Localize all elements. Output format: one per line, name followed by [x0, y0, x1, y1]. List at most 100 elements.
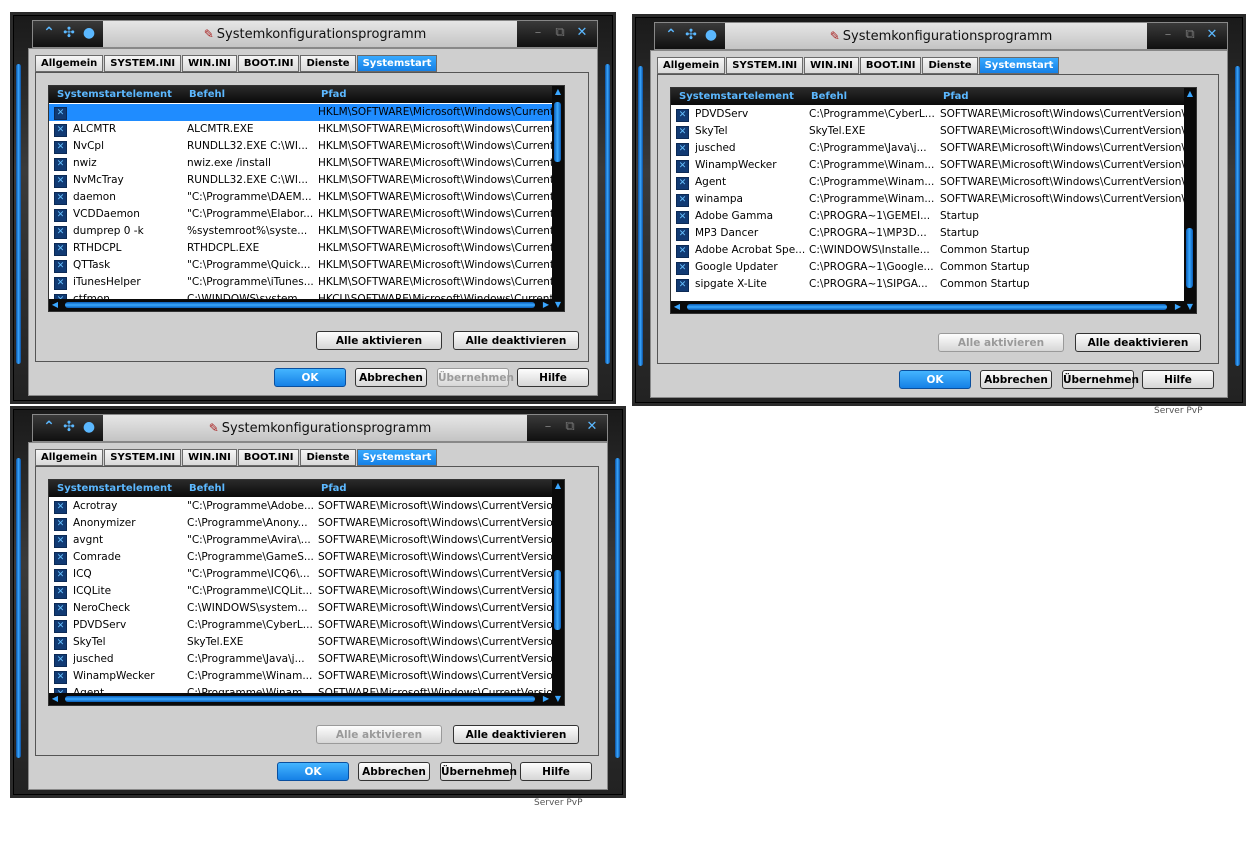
table-row[interactable]: ✕ QTTask "C:\Programme\Quick... HKLM\SOFTWA… [49, 257, 564, 274]
checkbox-checked-icon[interactable]: ✕ [54, 603, 67, 616]
scroll-up-icon[interactable]: ▲ [552, 480, 564, 492]
checkbox-checked-icon[interactable]: ✕ [676, 160, 689, 173]
apply-button[interactable]: Übernehmen [437, 368, 514, 387]
column-header-element[interactable]: Systemstartelement [679, 88, 794, 105]
column-header-path[interactable]: Pfad [943, 88, 969, 105]
tab-boot-ini[interactable]: BOOT.INI [237, 449, 300, 466]
scroll-left-icon[interactable]: ◀ [49, 299, 61, 311]
apply-button[interactable]: Übernehmen [1062, 370, 1139, 389]
table-row[interactable]: ✕ Adobe Gamma C:\PROGRA~1\GEMEI... Startup [671, 208, 1186, 225]
checkbox-checked-icon[interactable]: ✕ [54, 192, 67, 205]
tab-allgemein[interactable]: Allgemein [657, 57, 726, 74]
tab-allgemein[interactable]: Allgemein [35, 449, 104, 466]
scroll-thumb[interactable] [554, 102, 561, 162]
checkbox-checked-icon[interactable]: ✕ [676, 177, 689, 190]
scroll-up-icon[interactable]: ▲ [552, 86, 564, 98]
checkbox-checked-icon[interactable]: ✕ [54, 141, 67, 154]
checkbox-checked-icon[interactable]: ✕ [54, 569, 67, 582]
scroll-thumb-horizontal[interactable] [687, 304, 1167, 310]
checkbox-checked-icon[interactable]: ✕ [54, 243, 67, 256]
tab-boot-ini[interactable]: BOOT.INI [237, 55, 300, 72]
checkbox-checked-icon[interactable]: ✕ [54, 620, 67, 633]
table-row[interactable]: ✕ Agent C:\Programme\Winam... SOFTWARE\Micr… [671, 174, 1186, 191]
column-header-path[interactable]: Pfad [321, 86, 347, 103]
scroll-thumb-horizontal[interactable] [65, 302, 535, 308]
scroll-up-icon[interactable]: ▲ [1184, 88, 1196, 100]
checkbox-checked-icon[interactable]: ✕ [54, 277, 67, 290]
checkbox-checked-icon[interactable]: ✕ [54, 654, 67, 667]
table-row[interactable]: ✕ dumprep 0 -k %systemroot%\syste... HKLM\S… [49, 223, 564, 240]
table-row[interactable]: ✕ WinampWecker C:\Programme\Winam... SOFTWA… [49, 668, 564, 685]
checkbox-checked-icon[interactable]: ✕ [54, 518, 67, 531]
tab-system-ini[interactable]: SYSTEM.INI [104, 449, 182, 466]
disable-all-button[interactable]: Alle deaktivieren [453, 331, 579, 350]
close-icon[interactable]: ✕ [583, 418, 601, 436]
table-row[interactable]: ✕ ICQ "C:\Programme\ICQ6\... SOFTWARE\Micro… [49, 566, 564, 583]
checkbox-checked-icon[interactable]: ✕ [676, 126, 689, 139]
table-row[interactable]: ✕ HKLM\SOFTWARE\Microsoft\Windows\Current… [49, 104, 564, 121]
close-icon[interactable]: ✕ [1203, 26, 1221, 44]
table-row[interactable]: ✕ nwiz nwiz.exe /install HKLM\SOFTWARE\Micr… [49, 155, 564, 172]
tab-win-ini[interactable]: WIN.INI [182, 449, 237, 466]
tab-dienste[interactable]: Dienste [922, 57, 978, 74]
tab-boot-ini[interactable]: BOOT.INI [859, 57, 922, 74]
ok-button[interactable]: OK [899, 370, 971, 389]
minimize-icon[interactable]: – [1159, 26, 1177, 44]
scroll-left-icon[interactable]: ◀ [49, 693, 61, 705]
table-row[interactable]: ✕ Google Updater C:\PROGRA~1\Google... Comm… [671, 259, 1186, 276]
scroll-thumb-horizontal[interactable] [65, 696, 535, 702]
column-header-command[interactable]: Befehl [811, 88, 847, 105]
table-row[interactable]: ✕ jusched C:\Programme\Java\j... SOFTWARE\M… [49, 651, 564, 668]
column-header-command[interactable]: Befehl [189, 480, 225, 497]
checkbox-checked-icon[interactable]: ✕ [54, 637, 67, 650]
help-button[interactable]: Hilfe [517, 368, 589, 387]
tab-win-ini[interactable]: WIN.INI [804, 57, 859, 74]
checkbox-checked-icon[interactable]: ✕ [54, 226, 67, 239]
startup-list[interactable]: Systemstartelement Befehl Pfad ✕ HKLM\SOF… [48, 85, 565, 312]
table-row[interactable]: ✕ Acrotray "C:\Programme\Adobe... SOFTWARE\… [49, 498, 564, 515]
scroll-thumb[interactable] [554, 570, 561, 630]
enable-all-button[interactable]: Alle aktivieren [316, 331, 442, 350]
restore-icon[interactable]: ⧉ [561, 418, 579, 436]
checkbox-checked-icon[interactable]: ✕ [54, 209, 67, 222]
help-button[interactable]: Hilfe [520, 762, 592, 781]
disable-all-button[interactable]: Alle deaktivieren [1075, 333, 1201, 352]
title-bar[interactable]: ⌃ ✣ ● ✎ Systemkonfigurationsprogramm – ⧉ … [32, 20, 598, 48]
ok-button[interactable]: OK [277, 762, 349, 781]
apply-button[interactable]: Übernehmen [440, 762, 517, 781]
tab-allgemein[interactable]: Allgemein [35, 55, 104, 72]
checkbox-checked-icon[interactable]: ✕ [676, 211, 689, 224]
column-header-path[interactable]: Pfad [321, 480, 347, 497]
checkbox-checked-icon[interactable]: ✕ [54, 124, 67, 137]
checkbox-checked-icon[interactable]: ✕ [54, 535, 67, 548]
checkbox-checked-icon[interactable]: ✕ [676, 279, 689, 292]
table-row[interactable]: ✕ RTHDCPL RTHDCPL.EXE HKLM\SOFTWARE\Microso… [49, 240, 564, 257]
enable-all-button[interactable]: Alle aktivieren [316, 725, 442, 744]
scroll-down-icon[interactable]: ▼ [552, 299, 564, 311]
table-row[interactable]: ✕ winampa C:\Programme\Winam... SOFTWARE\Mi… [671, 191, 1186, 208]
disable-all-button[interactable]: Alle deaktivieren [453, 725, 579, 744]
checkbox-checked-icon[interactable]: ✕ [676, 228, 689, 241]
checkbox-checked-icon[interactable]: ✕ [54, 501, 67, 514]
startup-list[interactable]: Systemstartelement Befehl Pfad ✕ PDVDServ… [670, 87, 1197, 314]
horizontal-scrollbar[interactable]: ◀ ▶ [49, 299, 552, 311]
tab-dienste[interactable]: Dienste [300, 55, 356, 72]
restore-icon[interactable]: ⧉ [1181, 26, 1199, 44]
column-header-element[interactable]: Systemstartelement [57, 480, 172, 497]
column-header-command[interactable]: Befehl [189, 86, 225, 103]
tab-dienste[interactable]: Dienste [300, 449, 356, 466]
checkbox-checked-icon[interactable]: ✕ [54, 552, 67, 565]
table-row[interactable]: ✕ VCDDaemon "C:\Programme\Elabor... HKLM\SO… [49, 206, 564, 223]
horizontal-scrollbar[interactable]: ◀ ▶ [49, 693, 552, 705]
startup-list[interactable]: Systemstartelement Befehl Pfad ✕ Acrotray… [48, 479, 565, 706]
scroll-down-icon[interactable]: ▼ [552, 693, 564, 705]
table-row[interactable]: ✕ avgnt "C:\Programme\Avira\... SOFTWARE\Mi… [49, 532, 564, 549]
checkbox-checked-icon[interactable]: ✕ [676, 109, 689, 122]
cancel-button[interactable]: Abbrechen [358, 762, 430, 781]
checkbox-checked-icon[interactable]: ✕ [54, 260, 67, 273]
table-row[interactable]: ✕ Anonymizer C:\Programme\Anony... SOFTWARE… [49, 515, 564, 532]
title-bar[interactable]: ⌃ ✣ ● ✎ Systemkonfigurationsprogramm – ⧉ … [654, 22, 1228, 50]
table-row[interactable]: ✕ NvMcTray RUNDLL32.EXE C:\WI... HKLM\SOFTW… [49, 172, 564, 189]
tab-systemstart[interactable]: Systemstart [356, 55, 438, 72]
checkbox-checked-icon[interactable]: ✕ [54, 671, 67, 684]
